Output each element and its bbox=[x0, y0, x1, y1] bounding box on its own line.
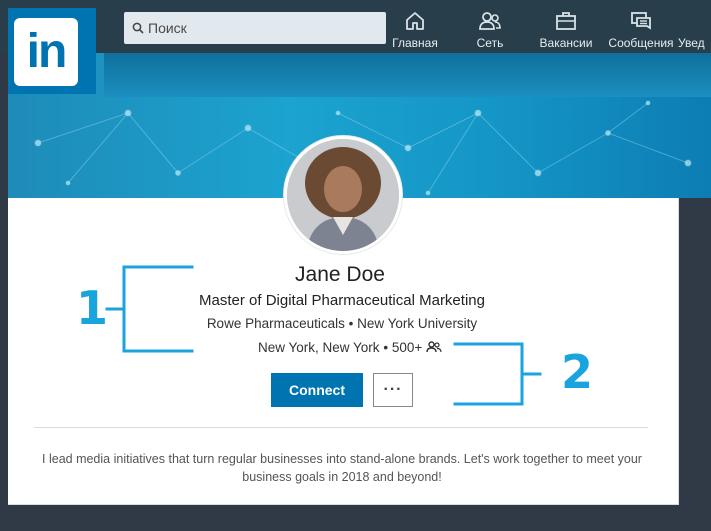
annotation-number-1: 1 bbox=[76, 281, 109, 335]
bracket-one bbox=[122, 265, 194, 353]
annotation-brackets bbox=[105, 265, 542, 406]
annotation-number-2: 2 bbox=[561, 345, 594, 399]
bracket-two bbox=[453, 342, 524, 406]
